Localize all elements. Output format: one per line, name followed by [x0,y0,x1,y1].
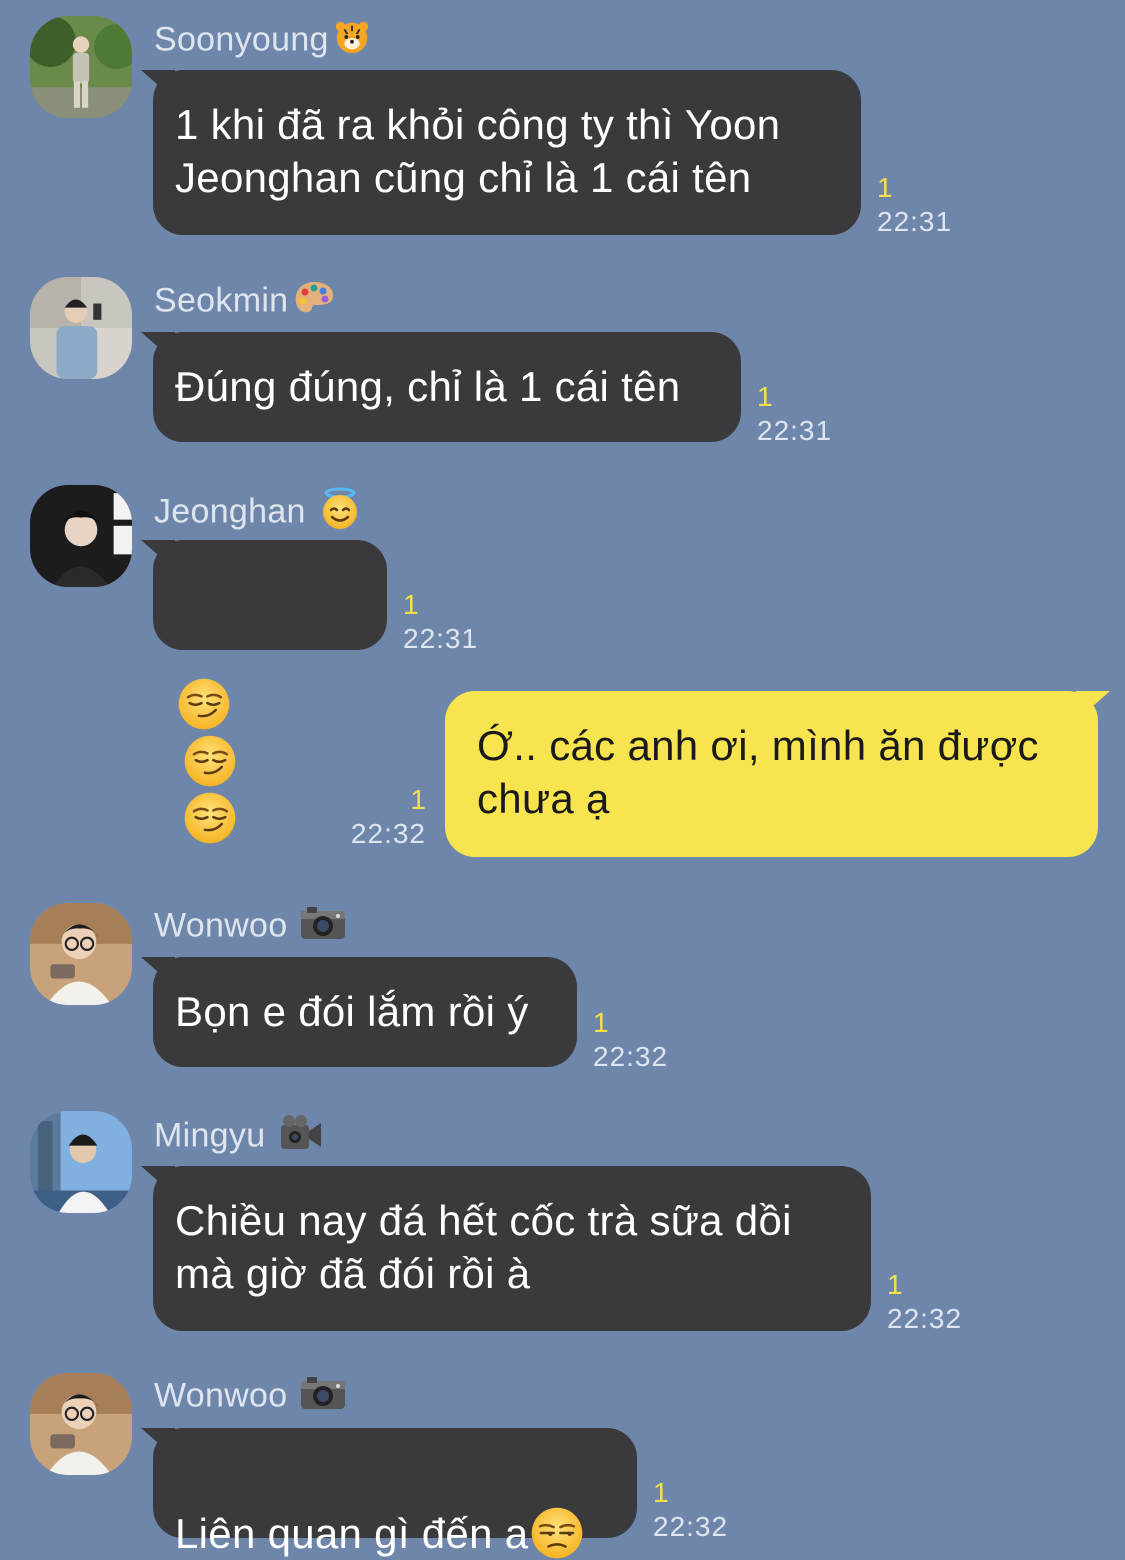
message-bubble[interactable]: Chiều nay đá hết cốc trà sữa dồi mà giờ … [153,1166,871,1331]
timestamp: 22:31 [403,623,479,654]
unread-count: 1 [403,589,419,620]
camera-icon [299,1375,347,1420]
message-meta: 1 22:31 [757,380,832,448]
sender-name: Wonwoo [154,905,347,950]
avatar[interactable] [30,1373,132,1475]
smirk-face-icon [177,677,231,731]
sender-name: Wonwoo [154,1375,347,1420]
unread-count: 1 [593,1007,609,1038]
sender-name: Jeonghan [154,487,362,540]
unamused-face-icon [530,1506,584,1560]
sender-name: Seokmin [154,279,336,326]
message-bubble[interactable] [153,540,387,650]
timestamp: 22:32 [593,1041,669,1072]
timestamp: 22:32 [653,1511,729,1542]
tiger-icon [333,18,371,65]
message-bubble[interactable]: Đúng đúng, chỉ là 1 cái tên [153,332,741,442]
palette-icon [292,279,336,326]
smirk-face-icon [183,734,237,788]
video-camera-icon [277,1113,325,1162]
message-meta: 1 22:31 [403,588,478,656]
avatar[interactable] [30,903,132,1005]
avatar[interactable] [30,16,132,118]
angel-face-icon [318,487,362,540]
message-bubble[interactable]: Liên quan gì đến a [153,1428,637,1538]
message-meta: 1 22:31 [877,171,952,239]
message-meta: 1 22:32 [330,783,426,851]
sender-name: Soonyoung [154,18,371,65]
unread-count: 1 [877,172,893,203]
message-meta: 1 22:32 [593,1006,668,1074]
avatar[interactable] [30,485,132,587]
timestamp: 22:31 [877,206,953,237]
message-bubble[interactable]: Ớ.. các anh ơi, mình ăn được chưa ạ [445,691,1098,857]
avatar[interactable] [30,277,132,379]
unread-count: 1 [653,1477,669,1508]
avatar[interactable] [30,1111,132,1213]
timestamp: 22:32 [350,818,426,849]
timestamp: 22:32 [887,1303,963,1334]
message-bubble[interactable]: 1 khi đã ra khỏi công ty thì Yoon Jeongh… [153,70,861,235]
unread-count: 1 [410,784,426,815]
timestamp: 22:31 [757,415,833,446]
unread-count: 1 [757,381,773,412]
message-meta: 1 22:32 [887,1268,962,1336]
message-meta: 1 22:32 [653,1476,728,1544]
smirk-face-icon [183,791,237,845]
camera-icon [299,905,347,950]
message-bubble[interactable]: Bọn e đói lắm rồi ý [153,957,577,1067]
sender-name: Mingyu [154,1113,325,1162]
unread-count: 1 [887,1269,903,1300]
